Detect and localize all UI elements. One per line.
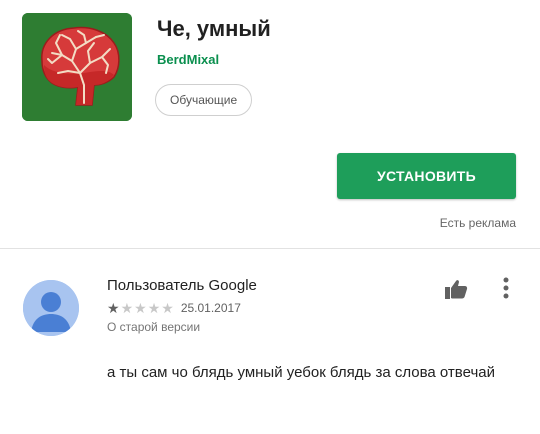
- version-note: О старой версии: [107, 320, 201, 334]
- reviewer-name: Пользователь Google: [107, 277, 257, 294]
- more-vert-icon: [503, 277, 509, 299]
- install-button[interactable]: УСТАНОВИТЬ: [337, 153, 516, 199]
- user-avatar-icon: [23, 280, 79, 336]
- brain-icon: [22, 13, 132, 121]
- avatar: [23, 280, 79, 336]
- review-date: 25.01.2017: [180, 301, 241, 315]
- star-rating: ★ ★ ★ ★ ★: [107, 301, 175, 315]
- divider: [0, 248, 540, 249]
- more-options-button[interactable]: [494, 274, 518, 302]
- developer-link[interactable]: BerdMixal: [157, 52, 219, 67]
- star-filled-icon: ★: [107, 300, 120, 316]
- star-empty-icon: ★: [161, 300, 174, 316]
- app-title: Че, умный: [157, 16, 271, 41]
- thumbs-up-icon: [445, 280, 468, 299]
- contains-ads-note: Есть реклама: [439, 216, 516, 230]
- rating-row: ★ ★ ★ ★ ★ 25.01.2017: [107, 301, 241, 315]
- app-icon: [22, 13, 132, 121]
- star-empty-icon: ★: [147, 300, 161, 316]
- category-chip[interactable]: Обучающие: [155, 84, 253, 116]
- star-empty-icon: ★: [134, 300, 147, 316]
- helpful-button[interactable]: [442, 276, 470, 302]
- review-text: а ты сам чо блядь умный уебок блядь за с…: [107, 364, 495, 381]
- star-empty-icon: ★: [120, 300, 134, 316]
